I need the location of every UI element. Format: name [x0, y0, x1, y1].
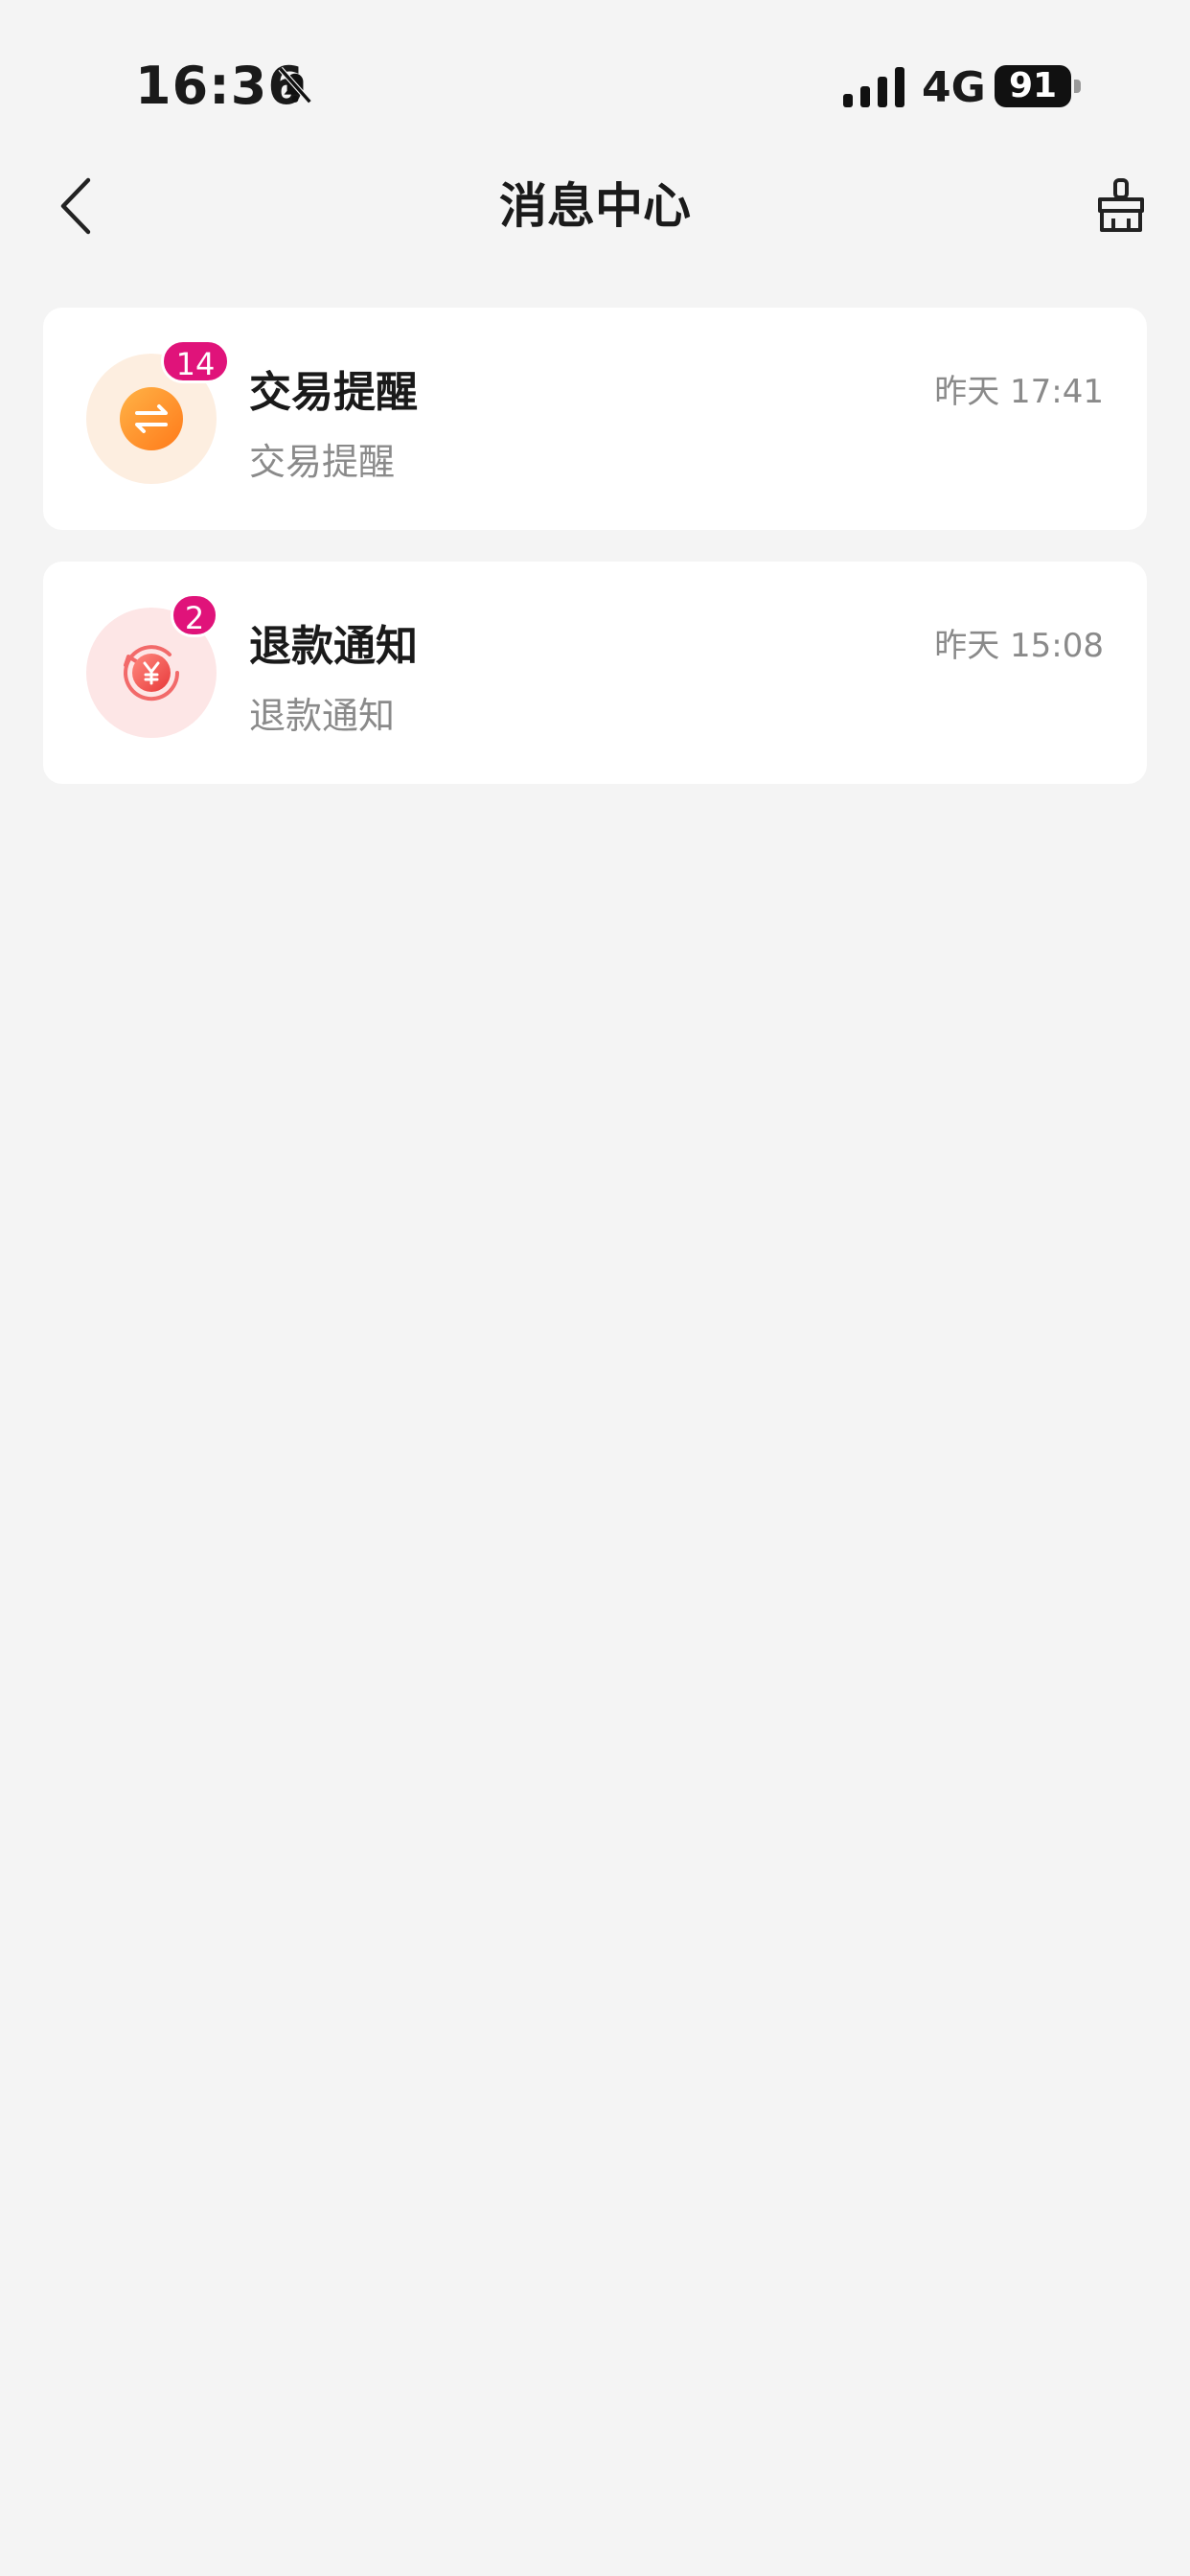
message-time: 昨天 17:41	[934, 373, 1104, 411]
message-item-transaction[interactable]: 14 交易提醒 交易提醒 昨天 17:41	[43, 308, 1147, 530]
network-label: 4G	[922, 63, 986, 112]
message-title: 交易提醒	[249, 368, 418, 417]
message-time: 昨天 15:08	[934, 627, 1104, 665]
message-subtitle: 交易提醒	[249, 441, 396, 483]
broom-icon[interactable]	[1092, 176, 1150, 236]
signal-icon	[843, 67, 904, 107]
status-bar: 16:36 4G 91	[0, 0, 1190, 172]
bell-muted-icon	[278, 66, 312, 104]
refund-yen-icon	[124, 645, 180, 702]
message-title: 退款通知	[249, 622, 418, 671]
nav-bar: 消息中心	[0, 163, 1190, 249]
chevron-left-icon[interactable]	[48, 174, 105, 238]
message-item-refund[interactable]: 2 退款通知 退款通知 昨天 15:08	[43, 562, 1147, 784]
unread-badge: 2	[171, 593, 218, 637]
unread-badge: 14	[161, 339, 230, 383]
battery-icon: 91	[995, 65, 1081, 107]
message-subtitle: 退款通知	[249, 695, 396, 737]
exchange-icon	[120, 387, 183, 450]
page-title: 消息中心	[499, 178, 691, 234]
battery-level: 91	[1008, 66, 1058, 105]
